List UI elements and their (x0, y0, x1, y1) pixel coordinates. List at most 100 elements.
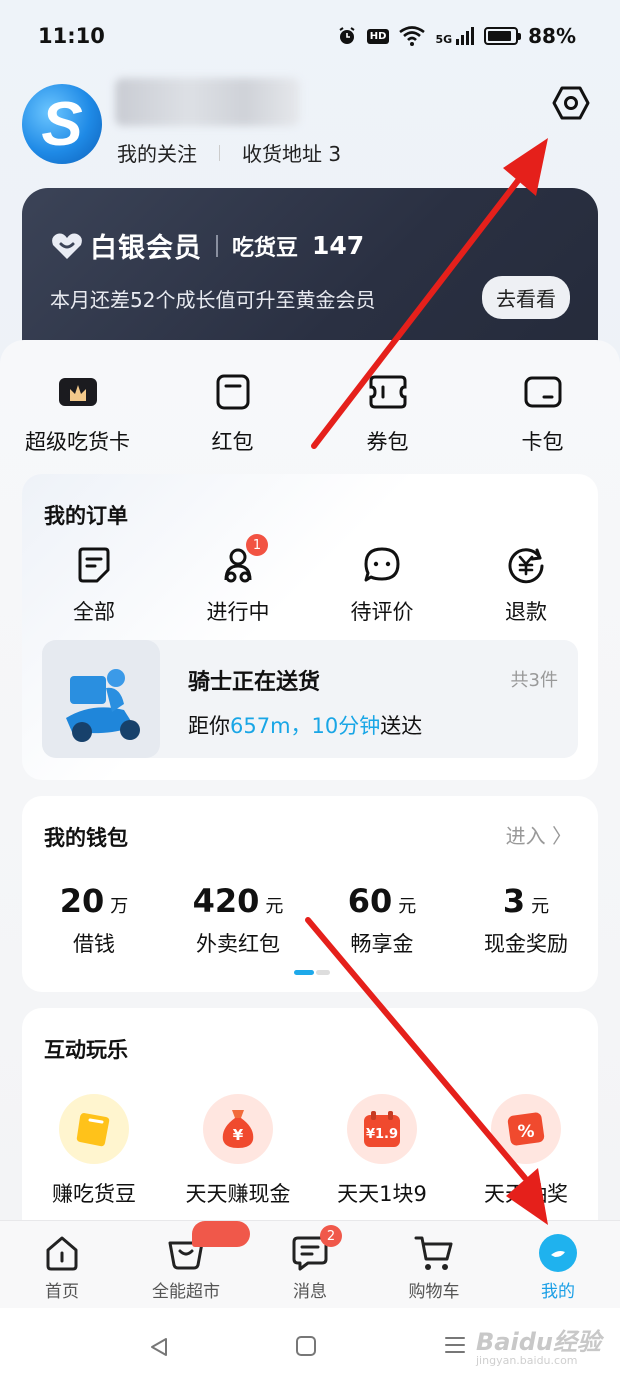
wallet-item-enjoy-fund[interactable]: 60 元 畅享金 (310, 882, 454, 958)
wallet-title: 我的钱包 (44, 826, 128, 850)
order-label: 全部 (73, 600, 115, 624)
quick-item-super-card[interactable]: 超级吃货卡 (0, 372, 155, 456)
tab-profile[interactable]: 我的 (496, 1221, 620, 1308)
wallet-enter-link[interactable]: 进入 〉 (506, 820, 572, 849)
order-label: 待评价 (350, 600, 414, 624)
home-square-icon[interactable] (296, 1336, 316, 1356)
fun-item-earn-cash[interactable]: ¥ 天天赚现金 (166, 1094, 310, 1208)
fun-item-daily-lottery[interactable]: % 天天抽奖 (454, 1094, 598, 1208)
tab-home[interactable]: 首页 (0, 1221, 124, 1308)
coupon-icon (368, 372, 408, 412)
order-status-row: 全部 1 进行中 待评价 退款 (22, 534, 598, 626)
eta-suffix: 送达 (380, 714, 423, 738)
username-blurred (115, 78, 300, 126)
document-icon (78, 547, 110, 583)
money-bag-icon: ¥ (203, 1094, 273, 1164)
calendar-price-icon: ¥1.9 (347, 1094, 417, 1164)
member-level: 白银会员 (90, 233, 202, 264)
alarm-icon (339, 27, 355, 44)
beans-label: 吃货豆 (232, 235, 299, 261)
watermark-url: jingyan.baidu.com (476, 1354, 578, 1367)
fun-label: 天天抽奖 (484, 1182, 568, 1206)
status-time: 11:10 (38, 24, 105, 48)
divider (216, 234, 218, 257)
promo-badge (192, 1221, 250, 1247)
order-label: 退款 (505, 600, 547, 624)
fun-label: 天天赚现金 (185, 1182, 291, 1206)
wallet-page-indicator (294, 970, 330, 975)
heart-shield-icon (52, 233, 82, 259)
fun-title: 互动玩乐 (44, 1038, 128, 1062)
quick-label: 红包 (211, 430, 254, 454)
order-to-review[interactable]: 待评价 (310, 546, 454, 626)
tab-label: 我的 (541, 1282, 575, 1302)
wallet-label: 外卖红包 (196, 932, 280, 956)
order-refund[interactable]: 退款 (454, 546, 598, 626)
member-card[interactable]: 白银会员 吃货豆 147 本月还差52个成长值可升至黄金会员 去看看 (22, 188, 598, 358)
message-badge: 2 (320, 1225, 342, 1247)
quick-item-card-wallet[interactable]: 卡包 (465, 372, 620, 456)
quick-item-red-packet[interactable]: 红包 (155, 372, 310, 456)
fun-card: 互动玩乐 赚吃货豆 ¥ 天天赚现金 ¥1.9 天天1块9 % 天天抽奖 (22, 1008, 598, 1228)
tab-cart[interactable]: 购物车 (372, 1221, 496, 1308)
wallet-item-red-packet[interactable]: 420 元 外卖红包 (166, 882, 310, 958)
menu-lines-icon[interactable] (444, 1334, 466, 1356)
wallet-value: 20 (59, 882, 105, 920)
tab-messages[interactable]: 2 消息 (248, 1221, 372, 1308)
hd-icon: HD (366, 28, 390, 44)
tab-label: 首页 (45, 1282, 79, 1302)
fun-items: 赚吃货豆 ¥ 天天赚现金 ¥1.9 天天1块9 % 天天抽奖 (22, 1094, 598, 1208)
avatar[interactable]: S (22, 84, 102, 164)
crown-card-icon (58, 372, 98, 412)
fun-item-earn-beans[interactable]: 赚吃货豆 (22, 1094, 166, 1208)
fun-label: 赚吃货豆 (52, 1182, 136, 1206)
quick-label: 超级吃货卡 (25, 430, 130, 454)
profile-links: 我的关注 收货地址 3 (117, 138, 341, 167)
wallet-unit: 元 (398, 896, 417, 917)
wallet-label: 现金奖励 (484, 932, 568, 956)
my-follows-link[interactable]: 我的关注 (117, 138, 197, 167)
tab-supermarket[interactable]: 全能超市 (124, 1221, 250, 1308)
chat-bubble-icon (364, 547, 400, 582)
eta-prefix: 距你 (188, 714, 230, 738)
order-label: 进行中 (206, 600, 270, 624)
wallet-item-cash-reward[interactable]: 3元 现金奖励 (454, 882, 598, 958)
status-icons: HD 5G 88% (337, 24, 576, 48)
cart-icon (414, 1233, 454, 1273)
settings-hexagon-icon[interactable] (552, 84, 590, 122)
rider-scooter-image (42, 640, 160, 758)
member-progress-text: 本月还差52个成长值可升至黄金会员 (50, 288, 376, 312)
address-link[interactable]: 收货地址 3 (242, 138, 341, 167)
quick-label: 券包 (366, 430, 409, 454)
back-triangle-icon[interactable] (148, 1336, 170, 1358)
fun-item-daily-1-9[interactable]: ¥1.9 天天1块9 (310, 1094, 454, 1208)
delivery-eta: 距你657m，10分钟送达 (188, 710, 422, 740)
wallet-items: 20 万 借钱 420 元 外卖红包 60 元 畅享金 3元 现金奖励 (22, 882, 598, 958)
wallet-value: 60 (347, 882, 393, 920)
divider (219, 144, 220, 161)
quick-actions: 超级吃货卡 红包 券包 卡包 (0, 372, 620, 456)
quick-label: 卡包 (521, 430, 564, 454)
order-in-progress[interactable]: 1 进行中 (166, 534, 310, 626)
wallet-card: 我的钱包 进入 〉 20 万 借钱 420 元 外卖红包 60 元 畅享金 3元 现金… (22, 796, 598, 992)
bottom-tab-bar: 首页 全能超市 2 消息 购物车 我的 (0, 1220, 620, 1308)
delivery-count: 共3件 (510, 670, 558, 691)
battery-percent: 88% (528, 24, 576, 48)
delivery-status[interactable]: 骑士正在送货 共3件 距你657m，10分钟送达 (42, 640, 578, 758)
wallet-item-loan[interactable]: 20 万 借钱 (22, 882, 166, 958)
yuan-refund-icon (508, 548, 544, 584)
tab-label: 全能超市 (152, 1282, 220, 1302)
member-header: 白银会员 吃货豆 147 (50, 226, 364, 265)
fun-label: 天天1块9 (337, 1182, 427, 1206)
profile-icon (538, 1233, 578, 1273)
quick-item-coupons[interactable]: 券包 (310, 372, 465, 456)
lottery-text: % (517, 1122, 534, 1142)
battery-icon (484, 27, 522, 45)
svg-text:¥: ¥ (233, 1126, 244, 1144)
tab-label: 消息 (293, 1282, 327, 1302)
member-view-button[interactable]: 去看看 (482, 276, 570, 319)
signal-5g-icon: 5G (435, 27, 475, 45)
beans-count: 147 (312, 231, 365, 260)
order-all[interactable]: 全部 (22, 546, 166, 626)
wallet-unit: 元 (531, 896, 550, 917)
